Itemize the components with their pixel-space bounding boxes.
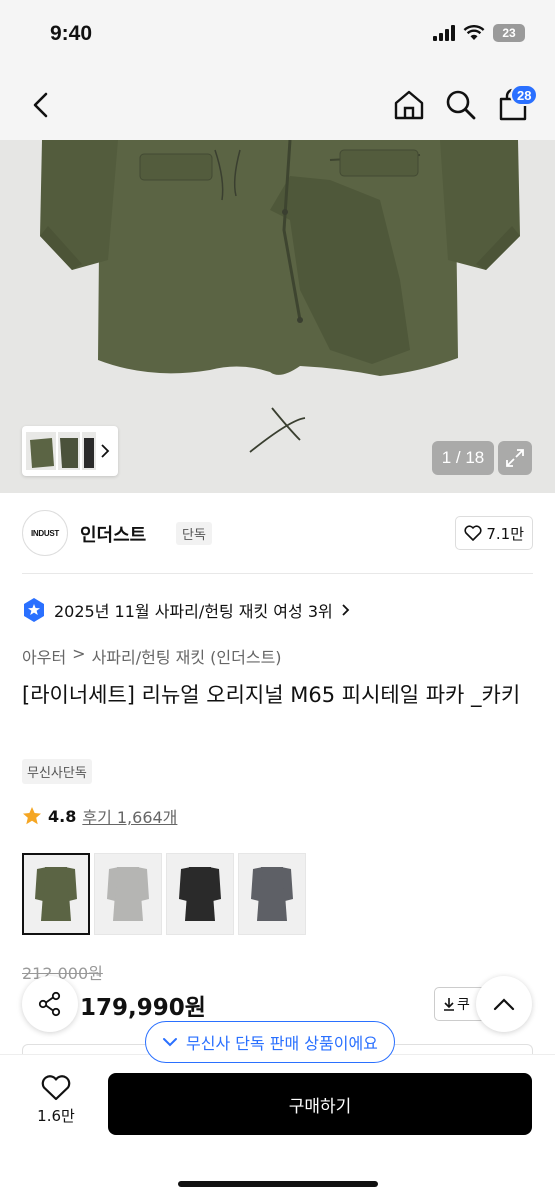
ranking-link[interactable]: 2025년 11월 사파리/헌팅 재킷 여성 3위 [22,597,351,623]
review-count-link[interactable]: 후기 1,664개 [82,804,177,828]
ranking-badge-icon [24,598,44,622]
color-options [22,853,306,935]
rating-value: 4.8 [48,806,77,826]
back-arrow-icon[interactable] [26,88,60,122]
heart-icon [41,1075,71,1101]
status-icons: 23 [433,24,525,42]
breadcrumb-separator: > [72,644,86,663]
star-icon [23,807,41,825]
chevron-right-icon [101,444,110,458]
battery-icon: 23 [493,24,525,42]
breadcrumb: 아우터 > 사파리/헌팅 재킷 (인더스트) [22,644,282,668]
product-title: [라이너세트] 리뉴얼 오리지널 M65 피시테일 파카 _카키 [22,683,521,707]
brand-logo[interactable]: INDUST [22,510,68,556]
coupon-label: 쿠 [457,997,470,1013]
color-option-charcoal[interactable] [238,853,306,935]
heart-icon [464,525,482,541]
scroll-to-top-button[interactable] [476,976,532,1032]
product-image-gallery[interactable]: 1 / 18 [0,140,555,493]
gallery-thumbnail-strip[interactable] [22,426,118,476]
cart-count-badge: 28 [510,84,539,106]
chevron-up-icon [493,998,515,1011]
exclusive-notice-text: 무신사 단독 판매 상품이에요 [186,1034,378,1053]
color-option-khaki[interactable] [22,853,90,935]
sale-price: 179,990원 [80,995,206,1021]
image-page-counter: 1 / 18 [432,441,494,475]
brand-row[interactable]: INDUST 인더스트 단독 7.1만 [22,510,533,558]
breadcrumb-item-category[interactable]: 사파리/헌팅 재킷 (인더스트) [92,644,282,668]
ranking-text: 2025년 11월 사파리/헌팅 재킷 여성 3위 [54,602,333,621]
share-button[interactable] [22,976,78,1032]
wishlist-count: 1.6만 [37,1107,75,1125]
download-icon [444,998,454,1011]
signal-icon [433,25,455,41]
wifi-icon [463,25,485,40]
home-icon[interactable] [392,88,426,122]
chevron-right-icon [342,604,349,616]
breadcrumb-item-outer[interactable]: 아우터 [22,644,66,668]
fullscreen-button[interactable] [498,441,532,475]
home-indicator [178,1181,378,1187]
musinsa-exclusive-tag: 무신사단독 [22,759,92,784]
jacket-thumbnail [35,867,77,921]
rating-row[interactable]: 4.8 후기 1,664개 [22,804,177,828]
color-option-black[interactable] [166,853,234,935]
color-option-gray[interactable] [94,853,162,935]
expand-icon [506,449,524,467]
top-nav-bar: 28 [0,70,555,140]
brand-name[interactable]: 인더스트 [80,521,146,547]
brand-like-button[interactable]: 7.1만 [455,516,533,550]
status-bar: 9:40 23 [0,0,555,70]
jacket-thumbnail [251,867,293,921]
brand-like-count: 7.1만 [486,524,524,543]
bottom-action-bar: 1.6만 구매하기 [0,1054,555,1200]
wishlist-button[interactable]: 1.6만 [26,1075,86,1126]
search-icon[interactable] [444,88,478,122]
divider [22,573,533,574]
brand-exclusive-tag: 단독 [176,522,212,545]
chevron-down-icon [163,1038,177,1047]
exclusive-notice-pill[interactable]: 무신사 단독 판매 상품이에요 [145,1021,395,1063]
share-icon [38,991,61,1017]
jacket-thumbnail [107,867,149,921]
thumbnail-preview [26,432,110,470]
status-time: 9:40 [50,22,93,45]
buy-button[interactable]: 구매하기 [108,1073,532,1135]
jacket-thumbnail [179,867,221,921]
